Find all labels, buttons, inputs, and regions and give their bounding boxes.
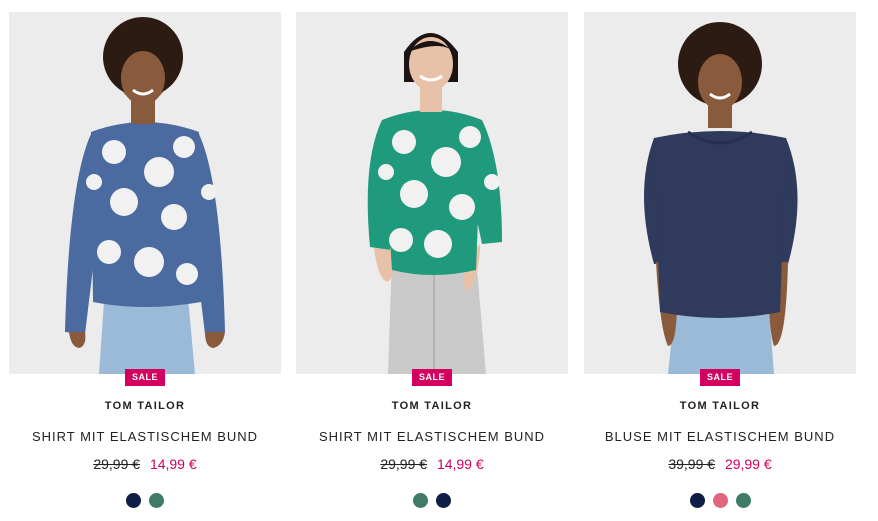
product-card[interactable]: SALE TOM TAILOR SHIRT MIT ELASTISCHEM BU… xyxy=(296,12,568,521)
product-title[interactable]: SHIRT MIT ELASTISCHEM BUND xyxy=(296,429,568,444)
price-row: 29,99 € 14,99 € xyxy=(296,456,568,472)
color-swatches xyxy=(9,493,281,508)
color-swatch-navy[interactable] xyxy=(126,493,141,508)
product-grid: SALE TOM TAILOR SHIRT MIT ELASTISCHEM BU… xyxy=(0,0,878,521)
color-swatch-navy[interactable] xyxy=(689,493,705,508)
price-row: 29,99 € 14,99 € xyxy=(9,456,281,472)
sale-price: 14,99 € xyxy=(149,456,197,472)
old-price: 39,99 € xyxy=(668,456,716,472)
brand-name: TOM TAILOR xyxy=(104,400,186,412)
product-image[interactable] xyxy=(584,12,856,374)
old-price: 29,99 € xyxy=(93,456,141,472)
product-title[interactable]: SHIRT MIT ELASTISCHEM BUND xyxy=(9,429,281,444)
color-swatch-green[interactable] xyxy=(735,493,751,508)
product-image[interactable] xyxy=(9,12,281,374)
model-photo xyxy=(584,12,856,374)
old-price: 29,99 € xyxy=(380,456,428,472)
color-swatch-pink[interactable] xyxy=(712,493,728,508)
brand-name: TOM TAILOR xyxy=(679,400,761,412)
model-photo xyxy=(296,12,568,374)
sale-badge: SALE xyxy=(411,369,453,386)
product-title[interactable]: BLUSE MIT ELASTISCHEM BUND xyxy=(584,429,856,444)
sale-badge: SALE xyxy=(699,369,741,386)
color-swatches xyxy=(584,493,856,508)
brand-name: TOM TAILOR xyxy=(391,400,473,412)
product-card[interactable]: SALE TOM TAILOR SHIRT MIT ELASTISCHEM BU… xyxy=(9,12,281,521)
color-swatch-green[interactable] xyxy=(149,493,164,508)
sale-badge: SALE xyxy=(124,369,166,386)
sale-price: 14,99 € xyxy=(436,456,484,472)
color-swatch-green[interactable] xyxy=(413,493,428,508)
price-row: 39,99 € 29,99 € xyxy=(584,456,856,472)
sale-price: 29,99 € xyxy=(724,456,772,472)
product-image[interactable] xyxy=(296,12,568,374)
product-card[interactable]: SALE TOM TAILOR BLUSE MIT ELASTISCHEM BU… xyxy=(584,12,856,521)
model-photo xyxy=(9,12,281,374)
color-swatch-navy[interactable] xyxy=(436,493,451,508)
color-swatches xyxy=(296,493,568,508)
